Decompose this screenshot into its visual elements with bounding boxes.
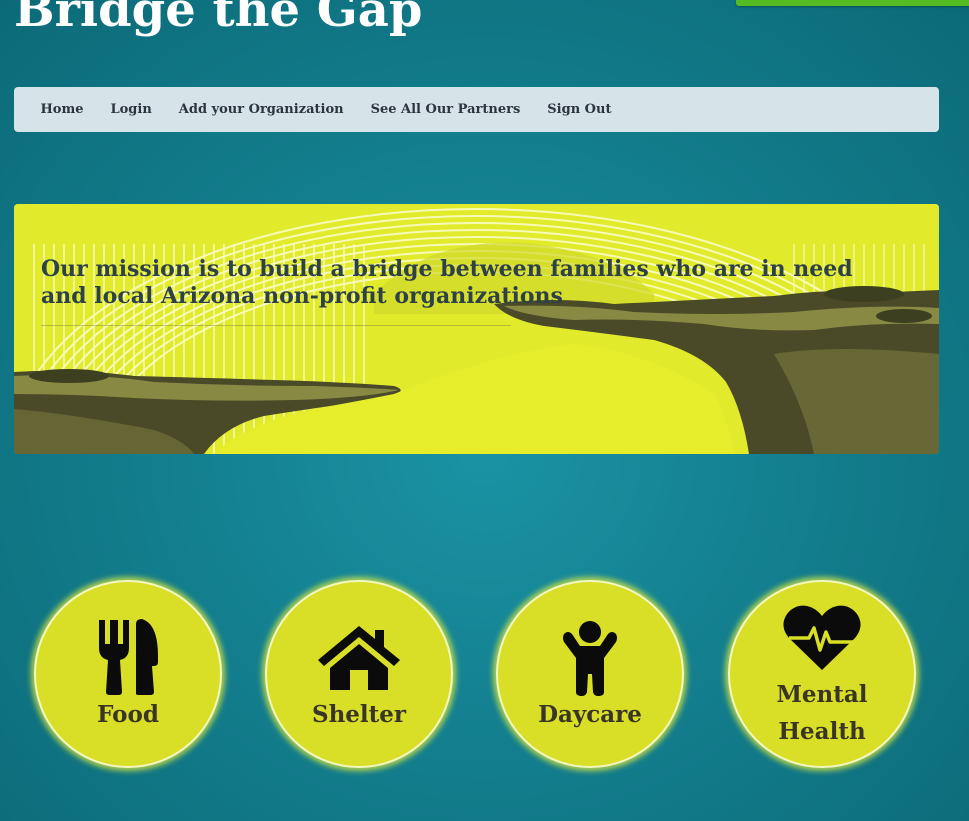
service-food-button[interactable]: Food (34, 580, 222, 768)
nav-add-organization-link[interactable]: Add your Organization (165, 102, 357, 117)
service-mental-health-label: Mental Health (776, 681, 868, 745)
nav-login-link[interactable]: Login (97, 102, 165, 117)
service-shelter-button[interactable]: Shelter (265, 580, 453, 768)
nav-sign-out-link[interactable]: Sign Out (534, 102, 625, 117)
main-navbar: Home Login Add your Organization See All… (14, 87, 939, 132)
service-mental-health-button[interactable]: Mental Health (728, 580, 916, 768)
site-title: Bridge the Gap (14, 0, 423, 38)
service-daycare-button[interactable]: Daycare (496, 580, 684, 768)
fork-knife-icon (99, 619, 158, 695)
mission-statement: Our mission is to build a bridge between… (41, 256, 853, 309)
service-daycare-label: Daycare (538, 701, 642, 728)
hero-bridge-illustration (14, 204, 939, 454)
nav-home-link[interactable]: Home (27, 102, 97, 117)
house-icon (318, 626, 400, 690)
service-shelter-label: Shelter (311, 701, 407, 728)
child-icon (563, 621, 617, 696)
heartbeat-icon (783, 605, 861, 670)
top-accent-strip (736, 0, 969, 6)
nav-partners-link[interactable]: See All Our Partners (357, 102, 534, 117)
mission-divider (41, 325, 511, 326)
service-food-label: Food (97, 701, 159, 728)
hero-banner: Our mission is to build a bridge between… (14, 204, 939, 454)
